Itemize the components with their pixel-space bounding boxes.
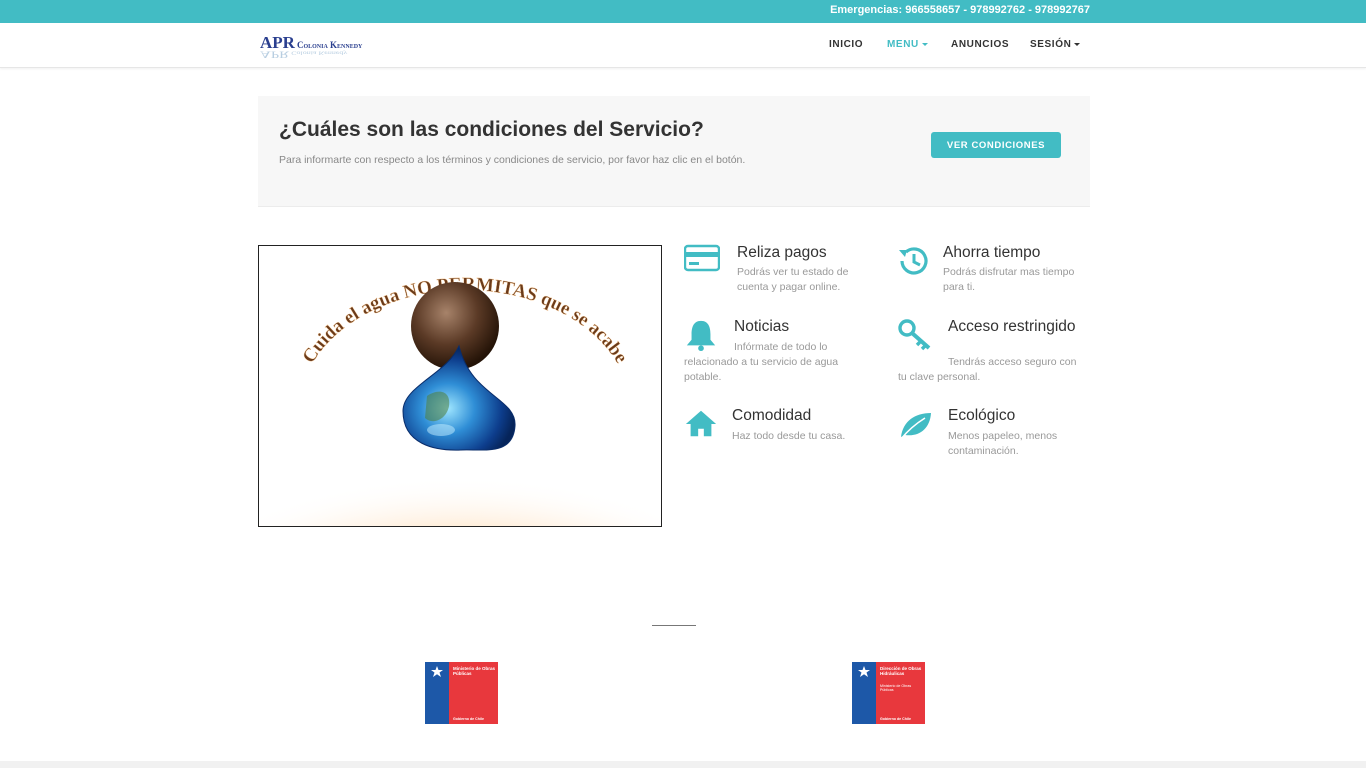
- feature-title: Reliza pagos: [737, 244, 827, 261]
- nav-anuncios[interactable]: ANUNCIOS: [951, 39, 1009, 50]
- logo-org-name: Ministerio de Obras Públicas: [453, 666, 496, 676]
- navbar: APR Colonia Kennedy APR Colonia Kennedy IN…: [0, 23, 1366, 68]
- apr-logo[interactable]: APR Colonia Kennedy APR Colonia Kennedy: [260, 33, 366, 59]
- credit-card-icon: [684, 244, 720, 272]
- feature-title: Acceso restringido: [948, 318, 1076, 335]
- feature-acceso: Acceso restringido Tendrás acceso seguro…: [897, 318, 1092, 388]
- feature-title: Comodidad: [732, 407, 812, 424]
- water-poster-image: Cuida el agua NO PERMITAS que se acabe: [258, 245, 662, 527]
- logo-ministry-name: Ministerio de Obras Públicas: [880, 684, 912, 692]
- history-icon: [899, 247, 928, 275]
- conditions-text: Para informarte con respecto a los térmi…: [279, 154, 746, 166]
- caret-down-icon: [921, 42, 928, 46]
- feature-text: Menos papeleo, menos contaminación.: [948, 430, 1058, 457]
- home-icon: [685, 410, 717, 437]
- conditions-title: ¿Cuáles son las condiciones del Servicio…: [279, 118, 704, 141]
- feature-text: Podrás disfrutar mas tiempo para ti.: [943, 266, 1075, 293]
- nav-inicio[interactable]: INICIO: [829, 39, 863, 50]
- feature-text: Podrás ver tu estado de cuenta y pagar o…: [737, 266, 849, 293]
- logo-direccion-obras-hidraulicas[interactable]: Dirección de Obras Hidráulicas Ministeri…: [852, 662, 925, 724]
- logo-ministerio-obras-publicas[interactable]: Ministerio de Obras Públicas Gobierno de…: [425, 662, 498, 724]
- feature-comodidad: Comodidad Haz todo desde tu casa.: [684, 407, 884, 457]
- footer-strip: [0, 761, 1366, 768]
- feature-title: Ecológico: [948, 407, 1016, 424]
- leaf-icon: [900, 413, 931, 440]
- logo-gov-name: Gobierno de Chile: [880, 717, 911, 721]
- nav-sesion[interactable]: SESIÓN: [1030, 39, 1081, 50]
- ver-condiciones-button[interactable]: VER CONDICIONES: [931, 132, 1061, 158]
- feature-noticias: Noticias Infórmate de todo lo relacionad…: [684, 318, 884, 388]
- feature-tiempo: Ahorra tiempo Podrás disfrutar mas tiemp…: [896, 243, 1091, 303]
- key-icon: [898, 319, 931, 351]
- section-divider: [652, 625, 696, 626]
- conditions-callout: ¿Cuáles son las condiciones del Servicio…: [258, 96, 1090, 207]
- logo-reflection: APR Colonia Kennedy: [260, 49, 348, 59]
- feature-text: Tendrás acceso seguro con tu clave perso…: [898, 356, 1077, 383]
- chile-coat-of-arms-icon: [431, 666, 443, 677]
- logo-gov-name: Gobierno de Chile: [453, 717, 484, 721]
- feature-ecologico: Ecológico Menos papeleo, menos contamina…: [897, 407, 1092, 467]
- chile-coat-of-arms-icon: [858, 666, 870, 677]
- feature-text: Infórmate de todo lo relacionado a tu se…: [684, 341, 839, 383]
- feature-pagos: Reliza pagos Podrás ver tu estado de cue…: [684, 243, 884, 303]
- feature-text: Haz todo desde tu casa.: [732, 430, 846, 442]
- feature-title: Noticias: [734, 318, 790, 335]
- top-bar: Emergencias: 966558657 - 978992762 - 978…: [0, 0, 1366, 23]
- caret-down-icon: [1074, 42, 1081, 46]
- nav-menu[interactable]: MENU: [887, 39, 928, 50]
- feature-title: Ahorra tiempo: [943, 244, 1041, 261]
- emergency-phones: Emergencias: 966558657 - 978992762 - 978…: [830, 4, 1090, 16]
- logo-org-name: Dirección de Obras Hidráulicas: [880, 666, 922, 676]
